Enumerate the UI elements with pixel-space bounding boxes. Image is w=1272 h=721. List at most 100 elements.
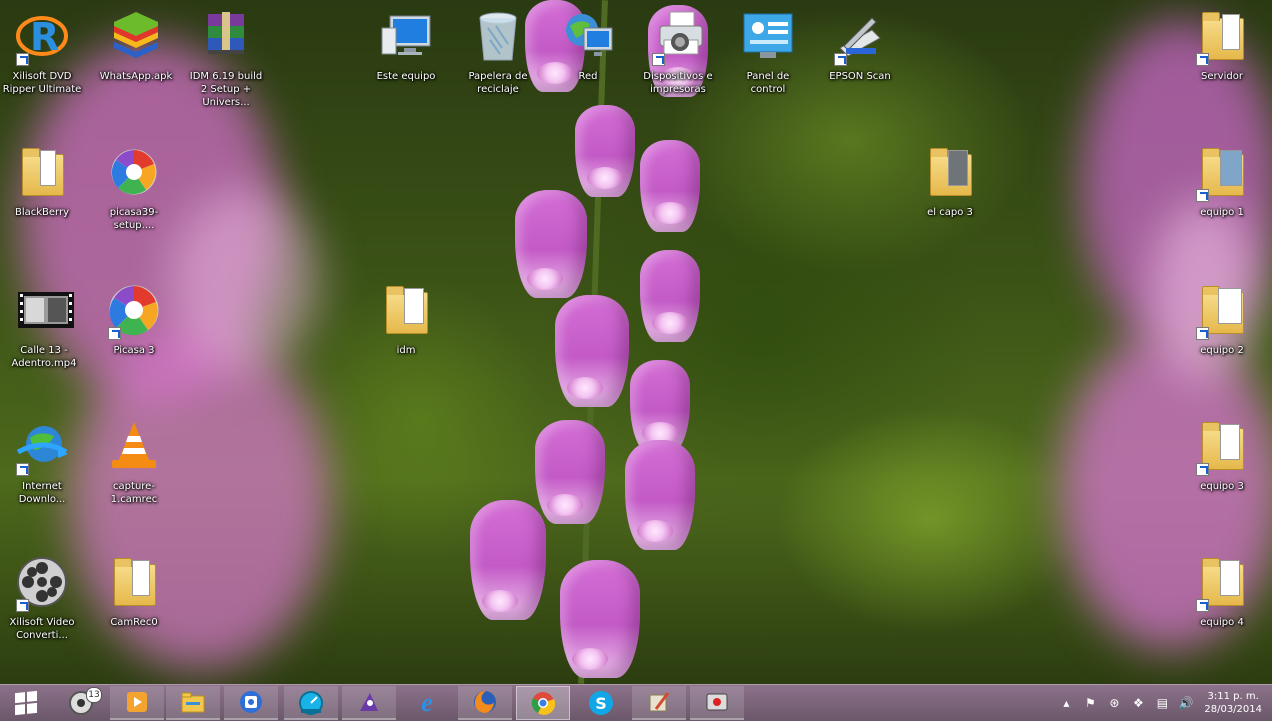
- shortcut-arrow-icon: [834, 53, 847, 66]
- desktop-icon-papelera[interactable]: Papelera de reciclaje: [456, 4, 540, 116]
- video-file-icon: [18, 292, 74, 328]
- desktop-icon-label: Este equipo: [376, 71, 436, 82]
- desktop-icon-label: Red: [578, 71, 598, 82]
- bluetooth-icon[interactable]: ⊛: [1105, 694, 1123, 712]
- firefox-icon: [474, 691, 496, 713]
- network-tray-icon[interactable]: ▤: [1153, 694, 1171, 712]
- desktop-icon-label: Servidor: [1201, 71, 1243, 82]
- wallpaper-bell: [470, 500, 546, 620]
- desktop-icon-label: CamRec0: [110, 617, 158, 628]
- file-explorer-icon: [181, 692, 205, 713]
- clock-date: 28/03/2014: [1204, 704, 1262, 715]
- folder-icon: [922, 144, 978, 200]
- desktop-icon-label: Papelera de reciclaje: [468, 71, 528, 95]
- folder-icon: [14, 144, 70, 200]
- shortcut-arrow-icon: [108, 327, 121, 340]
- svg-text:R: R: [30, 15, 59, 59]
- shortcut-arrow-icon: [1196, 327, 1209, 340]
- shortcut-arrow-icon: [652, 53, 665, 66]
- folder-icon: [1194, 8, 1250, 66]
- taskbar: 13 e S ▴ ⚑ ⊛ ❖ ▤ 🔊 3:11 p. m. 28/03/2014: [0, 684, 1272, 721]
- ie-icon: e: [421, 688, 433, 717]
- desktop-icon-epson-scan[interactable]: EPSON Scan: [818, 4, 902, 116]
- desktop-icon-equipo-4[interactable]: equipo 4: [1180, 550, 1264, 662]
- system-tray: ▴ ⚑ ⊛ ❖ ▤ 🔊 3:11 p. m. 28/03/2014: [1054, 685, 1272, 721]
- media-player-icon: [127, 692, 147, 712]
- desktop-icon-label: el capo 3: [927, 207, 973, 218]
- phone-icon: [240, 691, 262, 713]
- control-panel-icon: [743, 13, 793, 58]
- desktop-icon-whatsapp-apk[interactable]: WhatsApp.apk: [94, 4, 178, 116]
- desktop-icon-camrec0[interactable]: CamRec0: [92, 550, 176, 662]
- taskbar-media-player[interactable]: [110, 686, 164, 720]
- desktop-icon-label: BlackBerry: [14, 207, 70, 218]
- folder-icon: [378, 282, 434, 338]
- taskbar-internet-explorer[interactable]: e: [400, 686, 454, 720]
- flag-icon[interactable]: ⚑: [1081, 694, 1099, 712]
- taskbar-app-tool[interactable]: [632, 686, 686, 720]
- desktop-icon-internet-download[interactable]: Internet Downlo...: [0, 414, 84, 526]
- volume-icon[interactable]: 🔊: [1177, 694, 1195, 712]
- desktop-icon-label: capture-1.camrec: [110, 481, 158, 505]
- desktop-icon-equipo-2[interactable]: equipo 2: [1180, 278, 1264, 390]
- folder-icon: [1194, 144, 1250, 202]
- dropbox-icon[interactable]: ❖: [1129, 694, 1147, 712]
- taskbar-firefox[interactable]: [458, 686, 512, 720]
- desktop-icon-blackberry[interactable]: BlackBerry: [0, 140, 84, 252]
- wallpaper-bell: [630, 360, 690, 452]
- shortcut-arrow-icon: [1196, 463, 1209, 476]
- desktop-icon-label: Xilisoft DVD Ripper Ultimate: [2, 71, 82, 95]
- taskbar-skype[interactable]: S: [574, 686, 628, 720]
- taskbar-speedometer[interactable]: [284, 686, 338, 720]
- recycle-bin-icon: [479, 12, 517, 61]
- desktop-icon-equipo-1[interactable]: equipo 1: [1180, 140, 1264, 252]
- desktop-icon-equipo-3[interactable]: equipo 3: [1180, 414, 1264, 526]
- desktop-icon-dispositivos[interactable]: Dispositivos e impresoras: [636, 4, 720, 116]
- show-hidden-icons-icon[interactable]: ▴: [1057, 694, 1075, 712]
- shortcut-arrow-icon: [1196, 189, 1209, 202]
- desktop-icon-xilisoft-video[interactable]: Xilisoft Video Converti...: [0, 550, 84, 662]
- skype-icon: S: [589, 691, 613, 715]
- desktop-icon-label: Panel de control: [746, 71, 790, 95]
- wallpaper-bell: [515, 190, 587, 298]
- desktop-icon-idm-setup[interactable]: IDM 6.19 build 2 Setup + Univers...: [184, 4, 268, 116]
- desktop-icon-red[interactable]: Red: [546, 4, 630, 116]
- taskbar-phone[interactable]: [224, 686, 278, 720]
- desktop-icon-label: equipo 4: [1200, 617, 1244, 628]
- computer-icon: [381, 15, 431, 55]
- desktop-icon-capture-camrec[interactable]: capture-1.camrec: [92, 414, 176, 526]
- taskbar-recorder[interactable]: [342, 686, 396, 720]
- shortcut-arrow-icon: [16, 53, 29, 66]
- taskbar-media-center[interactable]: 13: [54, 686, 108, 720]
- desktop-icon-picasa-3[interactable]: Picasa 3: [92, 278, 176, 390]
- desktop-icon-este-equipo[interactable]: Este equipo: [364, 4, 448, 116]
- system-clock[interactable]: 3:11 p. m. 28/03/2014: [1204, 690, 1262, 716]
- desktop-icon-picasa-setup[interactable]: picasa39-setup....: [92, 140, 176, 252]
- taskbar-camrec[interactable]: [690, 686, 744, 720]
- speed-icon: [299, 691, 323, 715]
- winrar-icon: [208, 12, 244, 54]
- bluestacks-icon: [114, 12, 158, 58]
- desktop-icon-xilisoft-dvd[interactable]: R Xilisoft DVD Ripper Ultimate: [0, 4, 84, 116]
- shortcut-arrow-icon: [16, 599, 29, 612]
- camrec-icon: [706, 693, 728, 711]
- start-button[interactable]: [0, 685, 52, 721]
- desktop-icon-label: idm: [396, 345, 416, 356]
- clock-time: 3:11 p. m.: [1207, 691, 1259, 702]
- taskbar-chrome[interactable]: [516, 686, 570, 720]
- desktop-icon-calle-13[interactable]: Calle 13 - Adentro.mp4: [2, 278, 86, 390]
- windows-logo-icon: [15, 690, 37, 716]
- network-icon: [566, 14, 613, 56]
- taskbar-file-explorer[interactable]: [166, 686, 220, 720]
- vlc-cone-icon: [112, 422, 156, 468]
- desktop-icon-el-capo[interactable]: el capo 3: [908, 140, 992, 252]
- desktop-icon-panel-control[interactable]: Panel de control: [726, 4, 810, 116]
- desktop-icon-label: equipo 1: [1200, 207, 1244, 218]
- wallpaper-bell: [640, 140, 700, 232]
- desktop-icon-servidor[interactable]: Servidor: [1180, 4, 1264, 116]
- desktop-icon-label: Dispositivos e impresoras: [643, 71, 713, 95]
- wallpaper-bell: [625, 440, 695, 550]
- chrome-icon: [531, 692, 556, 715]
- desktop-icon-label: WhatsApp.apk: [99, 71, 173, 82]
- desktop-icon-idm-folder[interactable]: idm: [364, 278, 448, 390]
